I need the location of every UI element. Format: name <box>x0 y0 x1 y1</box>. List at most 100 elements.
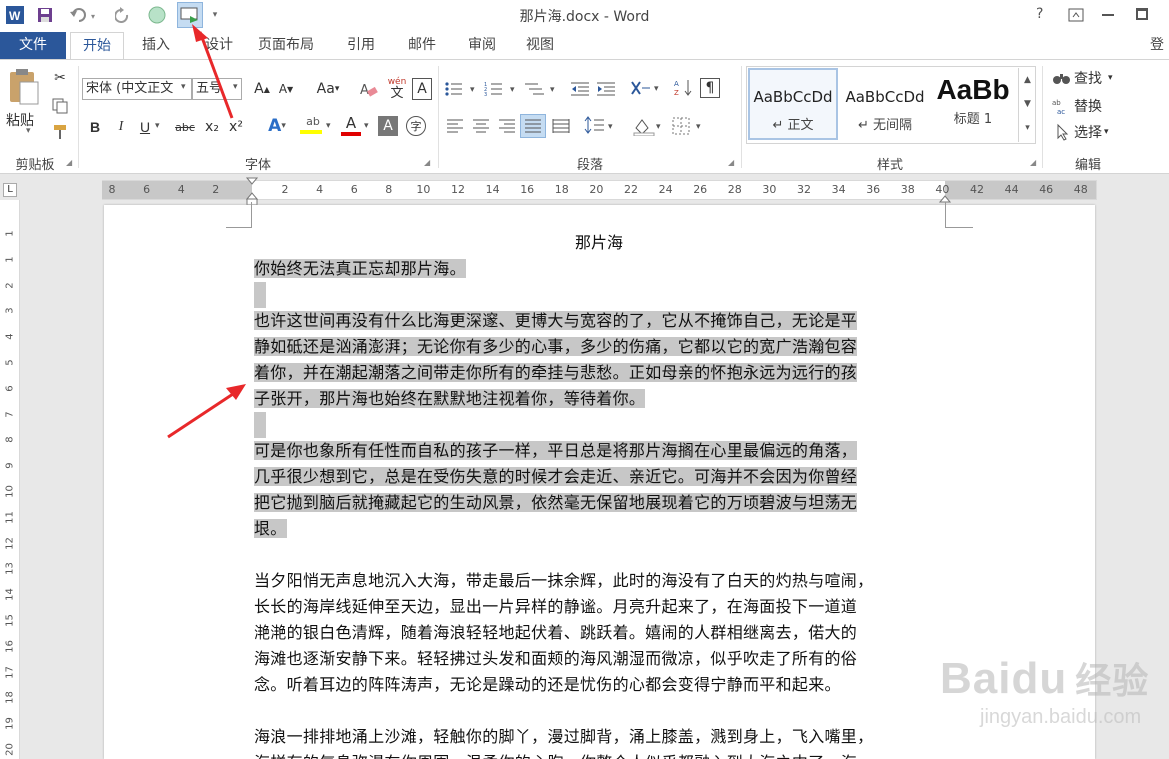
paragraph-line: 当夕阳悄无声息地沉入大海，带走最后一抹余辉，此时的海没有了白天的灼热与喧闹， <box>254 568 944 594</box>
paragraph-line: 把它抛到脑后就掩藏起它的生动风景，依然毫无保留地展现着它的万顷碧波与坦荡无 <box>254 490 944 516</box>
tab-home[interactable]: 开始 <box>70 32 124 60</box>
styles-scroll[interactable]: ▲ ▼ ▾ <box>1018 68 1036 142</box>
underline-button[interactable]: U <box>136 116 154 138</box>
italic-button[interactable]: I <box>112 116 130 138</box>
character-border-button[interactable]: A <box>412 78 432 100</box>
chinese-layout-icon[interactable]: ▾ <box>630 78 664 102</box>
clipboard-icon[interactable] <box>6 68 42 108</box>
phonetic-char: 文 <box>390 86 404 101</box>
watermark-url: jingyan.baidu.com <box>980 706 1142 728</box>
align-left-icon[interactable] <box>446 118 464 138</box>
replace-button[interactable]: ab ac 替换 <box>1052 96 1102 116</box>
line-text: 垠。 <box>254 519 287 538</box>
minimize-icon[interactable] <box>1102 14 1114 16</box>
tab-selector[interactable]: L <box>3 183 17 197</box>
paragraph-line: 滟滟的银白色清辉，随着海浪轻轻地起伏着、跳跃着。嬉闹的人群相继离去，偌大的 <box>254 620 944 646</box>
paste-dropdown-icon[interactable]: ▾ <box>26 126 31 136</box>
line-text: 几乎很少想到它，总是在受伤失意的时候才会走近、亲近它。可海并不会因为你曾经 <box>254 467 858 486</box>
font-launcher-icon[interactable]: ◢ <box>424 158 430 167</box>
decrease-indent-icon[interactable] <box>570 80 590 102</box>
styles-scroll-down-icon[interactable]: ▼ <box>1019 92 1036 116</box>
numbering-icon[interactable]: 1 2 3 ▾ <box>484 80 520 102</box>
text-effects-button[interactable]: A ▾ <box>262 114 292 138</box>
svg-text:▾: ▾ <box>696 122 701 132</box>
tab-insert[interactable]: 插入 <box>130 32 182 59</box>
paragraph-launcher-icon[interactable]: ◢ <box>728 158 734 167</box>
borders-icon[interactable]: ▾ <box>672 116 706 140</box>
superscript-button[interactable]: x² <box>226 116 246 138</box>
group-separator <box>78 66 79 168</box>
font-color-button[interactable]: A <box>340 114 362 138</box>
font-color-swatch <box>341 132 361 136</box>
font-size-dropdown-icon[interactable]: ▾ <box>233 82 238 92</box>
multilevel-list-icon[interactable]: ▾ <box>524 80 560 102</box>
distributed-icon[interactable] <box>552 118 570 138</box>
selected-empty-line <box>254 412 266 438</box>
underline-dropdown-icon[interactable]: ▾ <box>155 121 160 131</box>
style-no-spacing[interactable]: AaBbCcDd ↵ 无间隔 <box>840 68 930 140</box>
style-normal-name: ↵ 正文 <box>772 118 814 133</box>
maximize-icon[interactable] <box>1136 8 1148 20</box>
svg-text:A: A <box>674 80 679 88</box>
grow-font-button[interactable]: A ▲ <box>252 78 272 100</box>
styles-more-icon[interactable]: ▾ <box>1019 116 1036 140</box>
subscript-button[interactable]: x₂ <box>202 116 222 138</box>
bold-button[interactable]: B <box>86 116 104 138</box>
paragraph-line: 也许这世间再没有什么比海更深邃、更博大与宽容的了，它从不掩饰自己，无论是平 <box>254 308 944 334</box>
style-normal[interactable]: AaBbCcDd ↵ 正文 <box>748 68 838 140</box>
style-heading-1[interactable]: AaBb 标题 1 <box>932 68 1014 140</box>
font-name-select[interactable]: 宋体 (中文正文 <box>82 78 192 100</box>
tab-mailings[interactable]: 邮件 <box>396 32 448 59</box>
find-button[interactable]: 查找 ▾ <box>1052 68 1113 88</box>
styles-scroll-up-icon[interactable]: ▲ <box>1019 68 1036 92</box>
help-button[interactable]: ? <box>1036 6 1043 22</box>
select-button[interactable]: 选择 ▾ <box>1052 122 1109 142</box>
format-painter-icon[interactable] <box>50 122 70 142</box>
phonetic-guide-button[interactable]: wén 文 <box>386 78 408 102</box>
strikethrough-button[interactable]: abc <box>172 116 198 138</box>
clipboard-launcher-icon[interactable]: ◢ <box>66 158 72 167</box>
ruler-tick-label: 44 <box>1004 183 1019 196</box>
ruler-tick-label: 46 <box>1039 183 1054 196</box>
vertical-ruler-tick-label: 16 <box>4 639 16 653</box>
font-name-dropdown-icon[interactable]: ▾ <box>181 82 186 92</box>
character-shading-button[interactable]: A <box>378 116 398 136</box>
sign-in-link[interactable]: 登 <box>1150 32 1164 59</box>
svg-text:A: A <box>360 83 369 97</box>
tab-references[interactable]: 引用 <box>335 32 387 59</box>
shading-icon[interactable]: ▾ <box>632 116 666 140</box>
sort-icon[interactable]: AZ <box>674 78 694 102</box>
shrink-font-button[interactable]: A ▼ <box>276 78 296 100</box>
highlight-dropdown-icon[interactable]: ▾ <box>326 121 331 131</box>
line-spacing-icon[interactable]: ▾ <box>584 116 616 140</box>
bullets-icon[interactable]: ▾ <box>444 80 480 102</box>
ribbon-home: 粘贴 ▾ ✂ 剪贴板 ◢ 宋体 (中文正文 ▾ 五号 ▾ A ▲ A ▼ Aa ▾ A… <box>0 59 1169 174</box>
enclose-characters-button[interactable]: 字 <box>406 116 426 136</box>
align-right-icon[interactable] <box>498 118 516 138</box>
tab-review[interactable]: 审阅 <box>456 32 508 59</box>
font-color-icon: A <box>345 114 357 132</box>
tab-design[interactable]: 设计 <box>193 32 245 59</box>
cut-icon[interactable]: ✂ <box>50 68 70 88</box>
watermark-brand: Baidu 经验 <box>940 652 1149 704</box>
tab-view[interactable]: 视图 <box>514 32 566 59</box>
clipboard-group-label: 剪贴板 <box>15 158 55 173</box>
ribbon-display-icon[interactable] <box>1068 8 1084 26</box>
change-case-button[interactable]: Aa ▾ <box>310 78 346 100</box>
clear-format-icon[interactable]: A <box>358 78 380 100</box>
justify-button[interactable] <box>520 114 546 138</box>
vertical-ruler-tick-label: 14 <box>4 588 16 602</box>
line-text: 着你，并在潮起潮落之间带走你所有的牵挂与悲愁。正如母亲的怀抱永远为远行的孩 <box>254 363 858 382</box>
increase-indent-icon[interactable] <box>596 80 616 102</box>
font-color-dropdown-icon[interactable]: ▾ <box>364 121 369 131</box>
highlight-swatch <box>300 130 322 134</box>
ruler-tick-label: 20 <box>589 183 604 196</box>
styles-group-label: 样式 <box>876 158 903 173</box>
highlight-button[interactable]: ab <box>298 114 328 138</box>
styles-launcher-icon[interactable]: ◢ <box>1030 158 1036 167</box>
copy-icon[interactable] <box>50 96 70 116</box>
tab-file[interactable]: 文件 <box>0 32 66 59</box>
show-formatting-icon[interactable]: ¶ <box>700 78 720 98</box>
tab-layout[interactable]: 页面布局 <box>246 32 326 59</box>
align-center-icon[interactable] <box>472 118 490 138</box>
